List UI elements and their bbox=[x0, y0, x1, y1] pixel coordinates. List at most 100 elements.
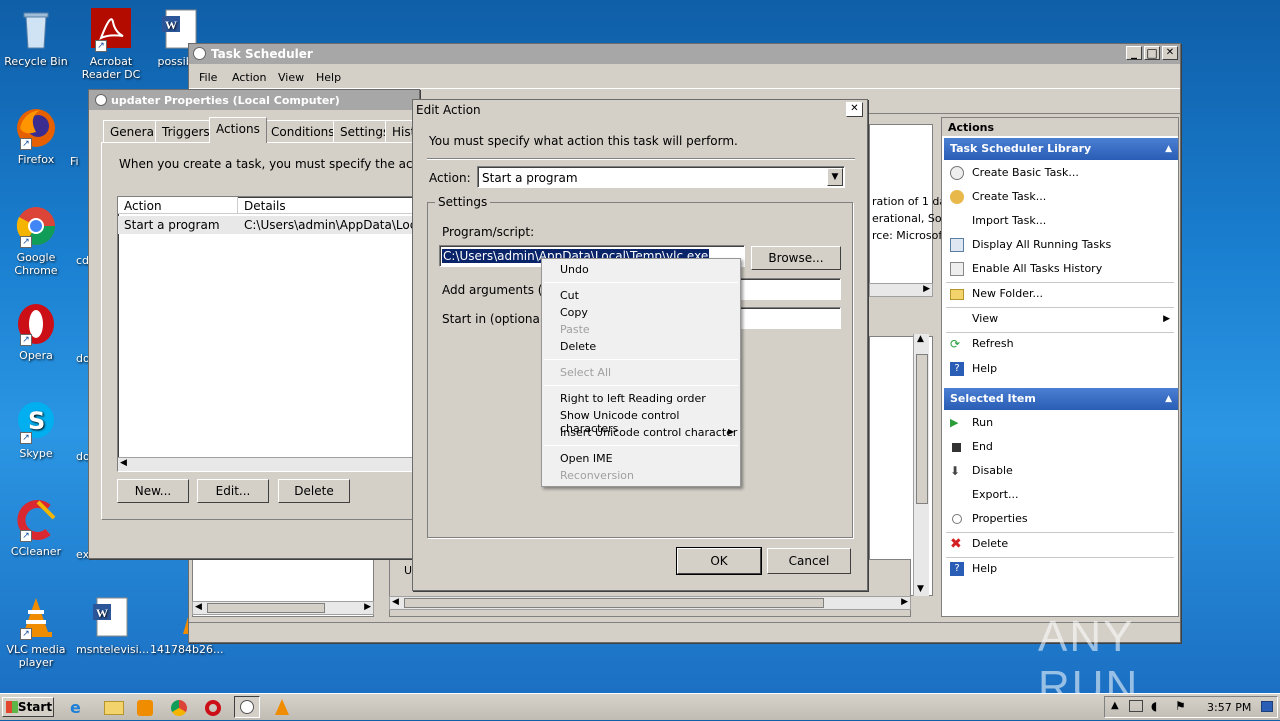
show-desktop-button[interactable] bbox=[1261, 701, 1273, 712]
chrome-icon[interactable] bbox=[171, 700, 187, 716]
vlc-cone-icon[interactable] bbox=[272, 698, 292, 718]
action-disable[interactable]: ⬇ Disable bbox=[946, 460, 1174, 482]
actions-pane-header: Actions bbox=[942, 118, 1178, 136]
properties-icon bbox=[952, 514, 962, 524]
status-bar bbox=[189, 622, 1180, 642]
menu-reconversion[interactable]: Reconversion bbox=[560, 469, 634, 482]
action-enable-history[interactable]: Enable All Tasks History bbox=[946, 258, 1174, 280]
action-new-folder[interactable]: New Folder... bbox=[946, 283, 1174, 305]
menu-paste[interactable]: Paste bbox=[560, 323, 590, 336]
action-import-task[interactable]: Import Task... bbox=[946, 210, 1174, 232]
menu-action[interactable]: Action bbox=[232, 71, 266, 84]
desktop-icon-opera[interactable]: ↗ Opera bbox=[1, 302, 71, 362]
section-selected-item[interactable]: Selected Item ▲ bbox=[944, 388, 1178, 410]
action-help[interactable]: ? Help bbox=[946, 358, 1174, 380]
list-hscroll[interactable]: ◀ bbox=[118, 457, 418, 471]
flag-icon[interactable]: ⚑ bbox=[1175, 699, 1186, 713]
desktop-icon-vlc[interactable]: ↗ VLC media player bbox=[1, 596, 71, 669]
start-button[interactable]: Start bbox=[2, 697, 54, 717]
column-header-details[interactable]: Details bbox=[238, 197, 418, 214]
close-button[interactable]: ✕ bbox=[1162, 46, 1178, 60]
action-end[interactable]: End bbox=[946, 436, 1174, 458]
separator bbox=[544, 445, 738, 446]
clock-app-icon bbox=[95, 94, 107, 106]
column-header-action[interactable]: Action bbox=[118, 197, 238, 214]
action-refresh[interactable]: ⟳ Refresh bbox=[946, 333, 1174, 355]
action-run[interactable]: ▶ Run bbox=[946, 412, 1174, 434]
desktop-icon-recycle-bin[interactable]: Recycle Bin bbox=[1, 8, 71, 68]
desktop-icon-ccleaner[interactable]: ↗ CCleaner bbox=[1, 498, 71, 558]
properties-titlebar[interactable]: updater Properties (Local Computer) bbox=[89, 90, 419, 110]
menu-select-all[interactable]: Select All bbox=[560, 366, 611, 379]
action-help-2[interactable]: ? Help bbox=[946, 558, 1174, 580]
close-button[interactable]: ✕ bbox=[846, 102, 863, 117]
section-task-scheduler-library[interactable]: Task Scheduler Library ▲ bbox=[944, 138, 1178, 160]
taskbar: Start e ▲ ◖ ⚑ 3:57 PM bbox=[0, 693, 1280, 720]
desktop-icon-chrome[interactable]: ↗ Google Chrome bbox=[1, 204, 71, 277]
speaker-icon[interactable]: ◖ bbox=[1151, 699, 1157, 713]
action-create-task[interactable]: Create Task... bbox=[946, 186, 1174, 208]
chevron-down-icon[interactable]: ▼ bbox=[827, 168, 843, 186]
tab-conditions[interactable]: Conditions bbox=[264, 120, 342, 142]
submenu-arrow-icon: ▶ bbox=[728, 427, 735, 436]
action-select[interactable]: Start a program ▼ bbox=[477, 166, 845, 188]
opera-icon[interactable] bbox=[205, 700, 221, 716]
delete-button[interactable]: Delete bbox=[278, 479, 350, 503]
edit-action-title: Edit Action bbox=[416, 103, 481, 117]
tab-actions[interactable]: Actions bbox=[209, 117, 267, 143]
menu-copy[interactable]: Copy bbox=[560, 306, 588, 319]
maximize-button[interactable]: □ bbox=[1144, 46, 1160, 60]
cancel-button[interactable]: Cancel bbox=[767, 548, 851, 574]
action-properties[interactable]: Properties bbox=[946, 508, 1174, 530]
desktop-icon-firefox[interactable]: ↗ Firefox bbox=[1, 106, 71, 166]
table-row[interactable]: Start a program C:\Users\admin\AppData\L… bbox=[118, 216, 418, 234]
start-in-input[interactable] bbox=[739, 307, 841, 329]
action-delete[interactable]: ✖ Delete bbox=[946, 533, 1174, 555]
media-player-icon[interactable] bbox=[137, 700, 153, 716]
arguments-input[interactable] bbox=[739, 278, 841, 300]
collapse-icon[interactable]: ▲ bbox=[1165, 388, 1172, 410]
h-scrollbar-right[interactable]: ▶ bbox=[869, 283, 933, 297]
center-hscroll[interactable]: ◀ ▶ bbox=[389, 596, 911, 610]
help-icon: ? bbox=[950, 362, 964, 376]
ie-icon[interactable]: e bbox=[70, 698, 90, 718]
action-view[interactable]: View ▶ bbox=[946, 308, 1174, 330]
menu-insert-unicode[interactable]: Insert Unicode control character bbox=[560, 426, 737, 439]
clock-text[interactable]: 3:57 PM bbox=[1207, 701, 1251, 714]
edit-button[interactable]: Edit... bbox=[197, 479, 269, 503]
explorer-folder-icon[interactable] bbox=[104, 701, 124, 715]
tree-hscroll[interactable]: ◀ ▶ bbox=[192, 601, 374, 615]
edit-action-titlebar[interactable]: Edit Action ✕ bbox=[413, 100, 867, 120]
menu-undo[interactable]: Undo bbox=[560, 263, 589, 276]
task-scheduler-taskbar-button[interactable] bbox=[234, 696, 260, 718]
action-display-running-tasks[interactable]: Display All Running Tasks bbox=[946, 234, 1174, 256]
v-scrollbar[interactable]: ▲ ▼ bbox=[913, 334, 929, 596]
menu-view[interactable]: View bbox=[278, 71, 304, 84]
actions-pane: Actions Task Scheduler Library ▲ Create … bbox=[941, 117, 1179, 617]
folder-icon bbox=[950, 289, 964, 300]
desktop-icon-acrobat[interactable]: ↗ Acrobat Reader DC bbox=[76, 8, 146, 81]
menu-open-ime[interactable]: Open IME bbox=[560, 452, 613, 465]
action-label: Action: bbox=[429, 171, 471, 185]
minimize-button[interactable]: _ bbox=[1126, 46, 1142, 60]
desktop-icon-skype[interactable]: S ↗ Skype bbox=[1, 400, 71, 460]
tray-expand-icon[interactable]: ▲ bbox=[1111, 700, 1119, 711]
action-create-basic-task[interactable]: Create Basic Task... bbox=[946, 162, 1174, 184]
collapse-icon[interactable]: ▲ bbox=[1165, 138, 1172, 160]
instruction-text: You must specify what action this task w… bbox=[429, 134, 738, 148]
action-export[interactable]: Export... bbox=[946, 484, 1174, 506]
shortcut-arrow-icon: ↗ bbox=[20, 530, 32, 542]
menu-cut[interactable]: Cut bbox=[560, 289, 579, 302]
task-scheduler-titlebar[interactable]: Task Scheduler _ □ ✕ bbox=[189, 44, 1180, 64]
svg-text:W: W bbox=[96, 606, 108, 620]
menu-help[interactable]: Help bbox=[316, 71, 341, 84]
network-icon[interactable] bbox=[1129, 700, 1143, 712]
menu-file[interactable]: File bbox=[199, 71, 217, 84]
browse-button[interactable]: Browse... bbox=[751, 246, 841, 270]
ok-button[interactable]: OK bbox=[676, 547, 762, 575]
tab-triggers[interactable]: Triggers bbox=[155, 120, 217, 142]
new-button[interactable]: New... bbox=[117, 479, 189, 503]
desktop-icon-msntelevision[interactable]: W msntelevisi... bbox=[76, 596, 149, 656]
menu-delete[interactable]: Delete bbox=[560, 340, 596, 353]
menu-rtl-reading-order[interactable]: Right to left Reading order bbox=[560, 392, 706, 405]
